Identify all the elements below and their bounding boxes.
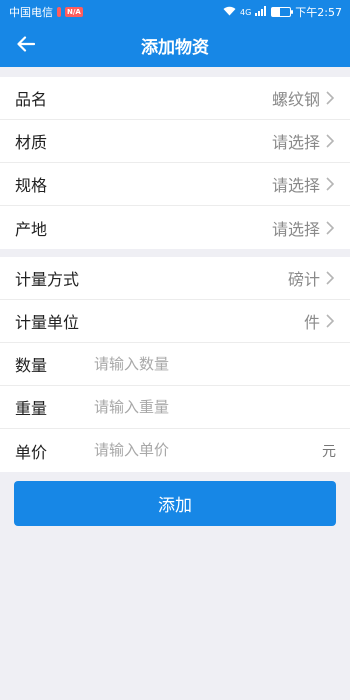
chevron-right-icon	[326, 314, 336, 328]
row-label: 单价	[15, 442, 48, 462]
row-label: 品名	[15, 90, 48, 109]
row-value: 请选择	[271, 219, 320, 239]
top-bar: 中国电信 N/A 4G 下午2:57 添加物资	[0, 0, 350, 67]
quantity-row: 数量	[0, 343, 350, 386]
measure-unit-row[interactable]: 计量单位 件	[0, 300, 350, 343]
status-left: 中国电信 N/A	[9, 4, 83, 20]
product-name-row[interactable]: 品名 螺纹钢	[0, 77, 350, 120]
chevron-right-icon	[326, 91, 336, 105]
weight-row: 重量	[0, 386, 350, 429]
chevron-right-icon	[326, 220, 336, 235]
nav-bar: 添加物资	[0, 24, 350, 67]
row-label: 规格	[15, 176, 48, 195]
network-type-label: 4G	[240, 7, 252, 17]
row-value: 螺纹钢	[271, 90, 320, 109]
back-button[interactable]	[10, 30, 42, 62]
carrier-label: 中国电信	[9, 6, 53, 19]
signal-icon	[255, 5, 267, 19]
row-value: 件	[303, 313, 320, 332]
clock-label: 下午2:57	[295, 6, 342, 19]
row-value: 磅计	[287, 270, 320, 289]
row-label: 数量	[15, 356, 48, 375]
row-label: 计量方式	[15, 270, 80, 289]
weight-input[interactable]	[94, 386, 294, 428]
notification-badge	[57, 7, 61, 17]
price-input[interactable]	[94, 429, 294, 471]
wifi-icon	[223, 6, 236, 19]
status-bar: 中国电信 N/A 4G 下午2:57	[0, 0, 350, 24]
chevron-right-icon	[326, 177, 336, 191]
row-label: 材质	[15, 133, 48, 152]
currency-unit-label: 元	[322, 443, 336, 460]
basic-info-section: 品名 螺纹钢 材质 请选择 规格 请选择 产地 请选择	[0, 77, 350, 249]
origin-row[interactable]: 产地 请选择	[0, 206, 350, 249]
price-row: 单价 元	[0, 429, 350, 472]
status-right: 4G 下午2:57	[223, 4, 342, 20]
battery-icon	[271, 7, 294, 17]
quantity-input[interactable]	[94, 343, 294, 385]
row-value: 请选择	[271, 176, 320, 195]
battery-fill	[272, 8, 281, 16]
row-label: 产地	[15, 219, 48, 239]
app-badge: N/A	[65, 7, 83, 17]
page-title: 添加物资	[141, 38, 209, 58]
material-row[interactable]: 材质 请选择	[0, 120, 350, 163]
row-label: 重量	[15, 399, 48, 418]
measure-section: 计量方式 磅计 计量单位 件 数量 重量 单价 元	[0, 257, 350, 472]
measure-method-row[interactable]: 计量方式 磅计	[0, 257, 350, 300]
chevron-right-icon	[326, 271, 336, 285]
arrow-left-icon	[17, 36, 36, 56]
spec-row[interactable]: 规格 请选择	[0, 163, 350, 206]
add-button[interactable]: 添加	[14, 481, 336, 526]
chevron-right-icon	[326, 134, 336, 148]
row-label: 计量单位	[15, 313, 80, 332]
row-value: 请选择	[271, 133, 320, 152]
